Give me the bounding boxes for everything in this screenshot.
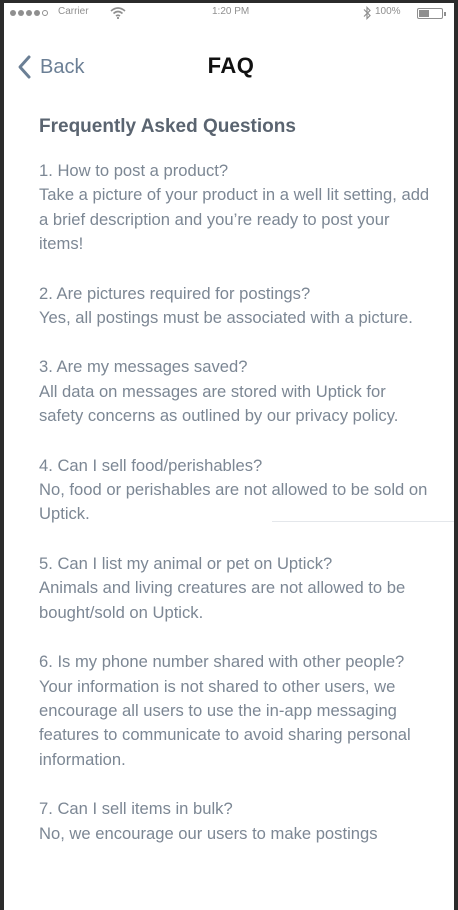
phone-frame: Carrier 1:20 PM 100% Back FAQ Frequently… [0, 0, 458, 910]
faq-content: Frequently Asked Questions 1. How to pos… [39, 113, 434, 871]
page-title: FAQ [207, 53, 255, 78]
faq-answer: Animals and living creatures are not all… [39, 578, 406, 622]
faq-item: 5. Can I list my animal or pet on Uptick… [39, 552, 434, 625]
battery-icon [417, 8, 446, 19]
faq-item: 3. Are my messages saved? All data on me… [39, 355, 434, 428]
faq-question: 3. Are my messages saved? [39, 357, 248, 377]
clock-time: 1:20 PM [212, 6, 250, 17]
faq-answer: Your information is not shared to other … [39, 676, 411, 769]
faq-question: 5. Can I list my animal or pet on Uptick… [39, 553, 333, 573]
faq-question: 6. Is my phone number shared with other … [39, 652, 405, 672]
faq-question: 7. Can I sell items in bulk? [39, 799, 233, 819]
carrier-label: Carrier [58, 6, 89, 17]
wifi-icon [110, 7, 126, 19]
navigation-bar: Back FAQ [4, 47, 454, 87]
faq-answer: All data on messages are stored with Upt… [39, 381, 399, 426]
faq-item: 1. How to post a product? Take a picture… [39, 159, 434, 257]
faq-answer: No, we encourage our users to make posti… [39, 823, 378, 843]
divider [272, 521, 454, 522]
faq-item: 7. Can I sell items in bulk? No, we enco… [39, 797, 434, 846]
battery-fill [419, 10, 429, 17]
faq-question: 2. Are pictures required for postings? [39, 283, 311, 303]
faq-answer: No, food or perishables are not allowed … [39, 480, 428, 524]
faq-item: 2. Are pictures required for postings? Y… [39, 282, 434, 331]
faq-item: 4. Can I sell food/perishables? No, food… [39, 454, 434, 527]
status-bar: Carrier 1:20 PM 100% [4, 3, 454, 23]
faq-answer: Take a picture of your product in a well… [39, 185, 430, 254]
signal-dots-icon [10, 10, 48, 16]
faq-question: 1. How to post a product? [39, 161, 229, 180]
faq-item: 6. Is my phone number shared with other … [39, 650, 434, 772]
faq-answer: Yes, all postings must be associated wit… [39, 308, 413, 328]
battery-percent: 100% [375, 6, 401, 17]
bluetooth-icon [363, 6, 371, 20]
faq-heading: Frequently Asked Questions [39, 116, 296, 137]
faq-question: 4. Can I sell food/perishables? [39, 455, 263, 475]
